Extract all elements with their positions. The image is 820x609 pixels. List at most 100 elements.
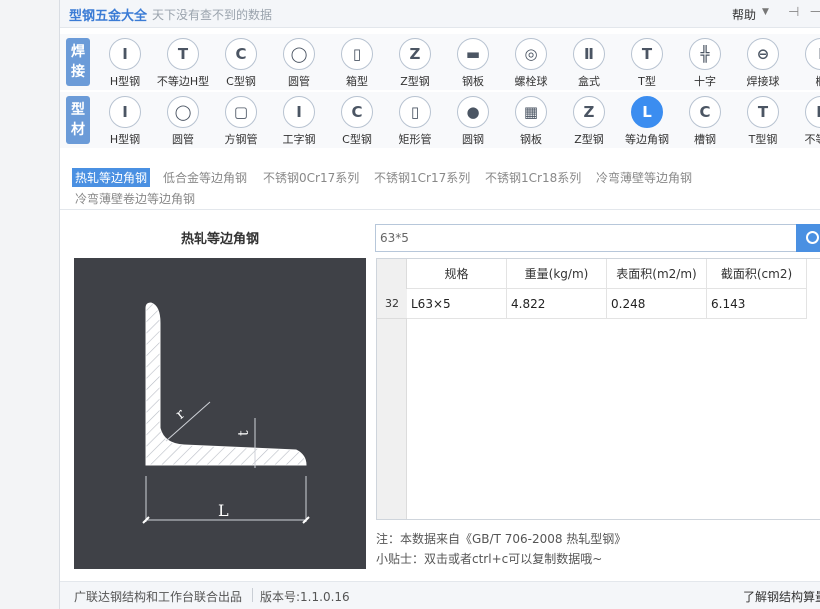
profile-profile-icon: ◯ xyxy=(167,96,199,128)
profile-category-tag: 型 材 xyxy=(66,96,90,144)
profile-item-10[interactable]: C 槽钢 xyxy=(676,92,734,148)
length-label: L xyxy=(218,501,229,520)
weld-item-1[interactable]: T 不等边H型 xyxy=(154,34,212,90)
subtab-5[interactable]: 冷弯薄壁等边角钢 xyxy=(593,168,695,187)
profile-profile-icon: ▯ xyxy=(399,96,431,128)
app-title: 型钢五金大全 xyxy=(69,9,148,24)
background-window-strip xyxy=(0,0,60,609)
profile-profile-icon: I xyxy=(109,96,141,128)
results-table[interactable]: 规格 重量(kg/m) 表面积(m2/m) 截面积(cm2) 32 L63×5 … xyxy=(376,258,820,520)
weld-items: I H型钢 T 不等边H型 C C型钢 ◯ 圆管 ▯ 箱型 Z Z型钢 ▬ 钢板 ◎ 螺栓球 Ⅱ 盒式 T T型 ╬ 十字… xyxy=(96,34,820,90)
learn-more-link[interactable]: 了解钢结构算量 xyxy=(743,588,820,605)
figure-title: 热轧等边角钢 xyxy=(180,232,259,247)
weld-profile-icon: ⊖ xyxy=(747,38,779,70)
weld-profile-icon: C xyxy=(225,38,257,70)
status-bar: 广联达钢结构和工作台联合出品 版本号:1.1.0.16 了解钢结构算量 xyxy=(60,581,820,609)
profile-profile-icon: Z xyxy=(573,96,605,128)
weld-tag-char-1: 焊 xyxy=(71,44,85,60)
weld-profile-icon: I xyxy=(805,38,820,70)
weld-item-10[interactable]: ╬ 十字 xyxy=(676,34,734,90)
tip-note: 小贴士：双击或者ctrl+c可以复制数据哦~ xyxy=(376,552,603,566)
weld-profile-icon: Ⅱ xyxy=(573,38,605,70)
weld-profile-icon: ▯ xyxy=(341,38,373,70)
profile-item-7[interactable]: ▦ 钢板 xyxy=(502,92,560,148)
section-diagram: r t L xyxy=(74,258,366,569)
minimize-icon[interactable]: — xyxy=(810,4,820,19)
thickness-label: t xyxy=(236,430,252,436)
weld-item-label: 椭 xyxy=(786,73,820,89)
weld-item-5[interactable]: Z Z型钢 xyxy=(386,34,444,90)
radius-label: r xyxy=(173,406,189,423)
app-subtitle: 天下没有查不到的数据 xyxy=(152,8,273,22)
profile-item-1[interactable]: ◯ 圆管 xyxy=(154,92,212,148)
app-window: 型钢五金大全 天下没有查不到的数据 帮助 ▼ ⊣ — 焊 接 IH型钢T不等边H… xyxy=(60,0,820,609)
profile-item-11[interactable]: T T型钢 xyxy=(734,92,792,148)
column-header-area[interactable]: 截面积(cm2) xyxy=(707,259,807,289)
profile-profile-icon: T xyxy=(747,96,779,128)
profile-profile-icon: C xyxy=(689,96,721,128)
profile-item-5[interactable]: ▯ 矩形管 xyxy=(386,92,444,148)
column-header-weight[interactable]: 重量(kg/m) xyxy=(507,259,607,289)
subtab-2[interactable]: 不锈钢0Cr17系列 xyxy=(260,168,362,187)
profile-item-2[interactable]: ▢ 方钢管 xyxy=(212,92,270,148)
profile-item-4[interactable]: C C型钢 xyxy=(328,92,386,148)
subtab-1[interactable]: 低合金等边角钢 xyxy=(160,168,250,187)
profile-profile-icon: L xyxy=(631,96,663,128)
angle-profile-shape xyxy=(145,302,307,466)
search-icon xyxy=(806,231,819,244)
status-separator xyxy=(252,588,253,602)
radius-leader-line xyxy=(165,401,211,442)
weld-item-9[interactable]: T T型 xyxy=(618,34,676,90)
weld-item-6[interactable]: ▬ 钢板 xyxy=(444,34,502,90)
profile-item-0[interactable]: I H型钢 xyxy=(96,92,154,148)
profile-item-12[interactable]: L 不等边 xyxy=(792,92,820,148)
profile-item-3[interactable]: I 工字钢 xyxy=(270,92,328,148)
version-text: 版本号:1.1.0.16 xyxy=(260,590,350,604)
profile-item-8[interactable]: Z Z型钢 xyxy=(560,92,618,148)
profile-item-6[interactable]: ● 圆钢 xyxy=(444,92,502,148)
weld-profile-icon: ◯ xyxy=(283,38,315,70)
subtab-0[interactable]: 热轧等边角钢 xyxy=(72,168,151,187)
weld-profile-icon: T xyxy=(631,38,663,70)
weld-item-0[interactable]: I H型钢 xyxy=(96,34,154,90)
cell-area[interactable]: 6.143 xyxy=(707,289,807,319)
subtab-6[interactable]: 冷弯薄壁卷边等边角钢 xyxy=(72,189,198,208)
weld-item-3[interactable]: ◯ 圆管 xyxy=(270,34,328,90)
profile-profile-icon: ● xyxy=(457,96,489,128)
weld-item-2[interactable]: C C型钢 xyxy=(212,34,270,90)
weld-item-4[interactable]: ▯ 箱型 xyxy=(328,34,386,90)
column-header-surface[interactable]: 表面积(m2/m) xyxy=(607,259,707,289)
profile-category-row: 型 材 I H型钢 ◯ 圆管 ▢ 方钢管 I 工字钢 C C型钢 ▯ 矩形管 ● 圆钢 ▦ 钢板 Z Z型钢 L 等边… xyxy=(60,92,820,148)
help-menu[interactable]: 帮助 xyxy=(732,6,756,23)
cell-spec[interactable]: L63×5 xyxy=(407,289,507,319)
weld-profile-icon: ▬ xyxy=(457,38,489,70)
weld-item-11[interactable]: ⊖ 焊接球 xyxy=(734,34,792,90)
column-header-spec[interactable]: 规格 xyxy=(407,259,507,289)
profile-item-9[interactable]: L 等边角钢 xyxy=(618,92,676,148)
subcategory-tabs: 热轧等边角钢 低合金等边角钢 不锈钢0Cr17系列 不锈钢1Cr17系列 不锈钢1Cr1… xyxy=(60,154,820,210)
weld-item-12[interactable]: I椭 xyxy=(792,34,820,90)
weld-profile-icon: I xyxy=(109,38,141,70)
weld-category-tag: 焊 接 xyxy=(66,38,90,86)
row-index[interactable]: 32 xyxy=(377,289,407,319)
subtab-4[interactable]: 不锈钢1Cr18系列 xyxy=(482,168,584,187)
profile-profile-icon: ▦ xyxy=(515,96,547,128)
weld-profile-icon: Z xyxy=(399,38,431,70)
profile-items: I H型钢 ◯ 圆管 ▢ 方钢管 I 工字钢 C C型钢 ▯ 矩形管 ● 圆钢 ▦ 钢板 Z Z型钢 L 等边角钢 C 槽… xyxy=(96,92,820,148)
profile-profile-icon: L xyxy=(805,96,820,128)
subtab-3[interactable]: 不锈钢1Cr17系列 xyxy=(371,168,473,187)
profile-item-label: 不等边 xyxy=(804,133,820,146)
cell-surface[interactable]: 0.248 xyxy=(607,289,707,319)
pin-icon[interactable]: ⊣ xyxy=(788,5,799,20)
active-tab-pointer xyxy=(642,147,656,154)
search-button[interactable] xyxy=(796,224,820,252)
weld-item-7[interactable]: ◎ 螺栓球 xyxy=(502,34,560,90)
cell-weight[interactable]: 4.822 xyxy=(507,289,607,319)
search-input[interactable] xyxy=(375,224,797,252)
chevron-down-icon[interactable]: ▼ xyxy=(762,7,769,17)
weld-tag-char-2: 接 xyxy=(71,64,85,80)
angle-section-svg: r t L xyxy=(142,302,310,524)
weld-profile-icon: T xyxy=(167,38,199,70)
weld-item-8[interactable]: Ⅱ 盒式 xyxy=(560,34,618,90)
profile-tag-char-2: 材 xyxy=(71,122,85,138)
